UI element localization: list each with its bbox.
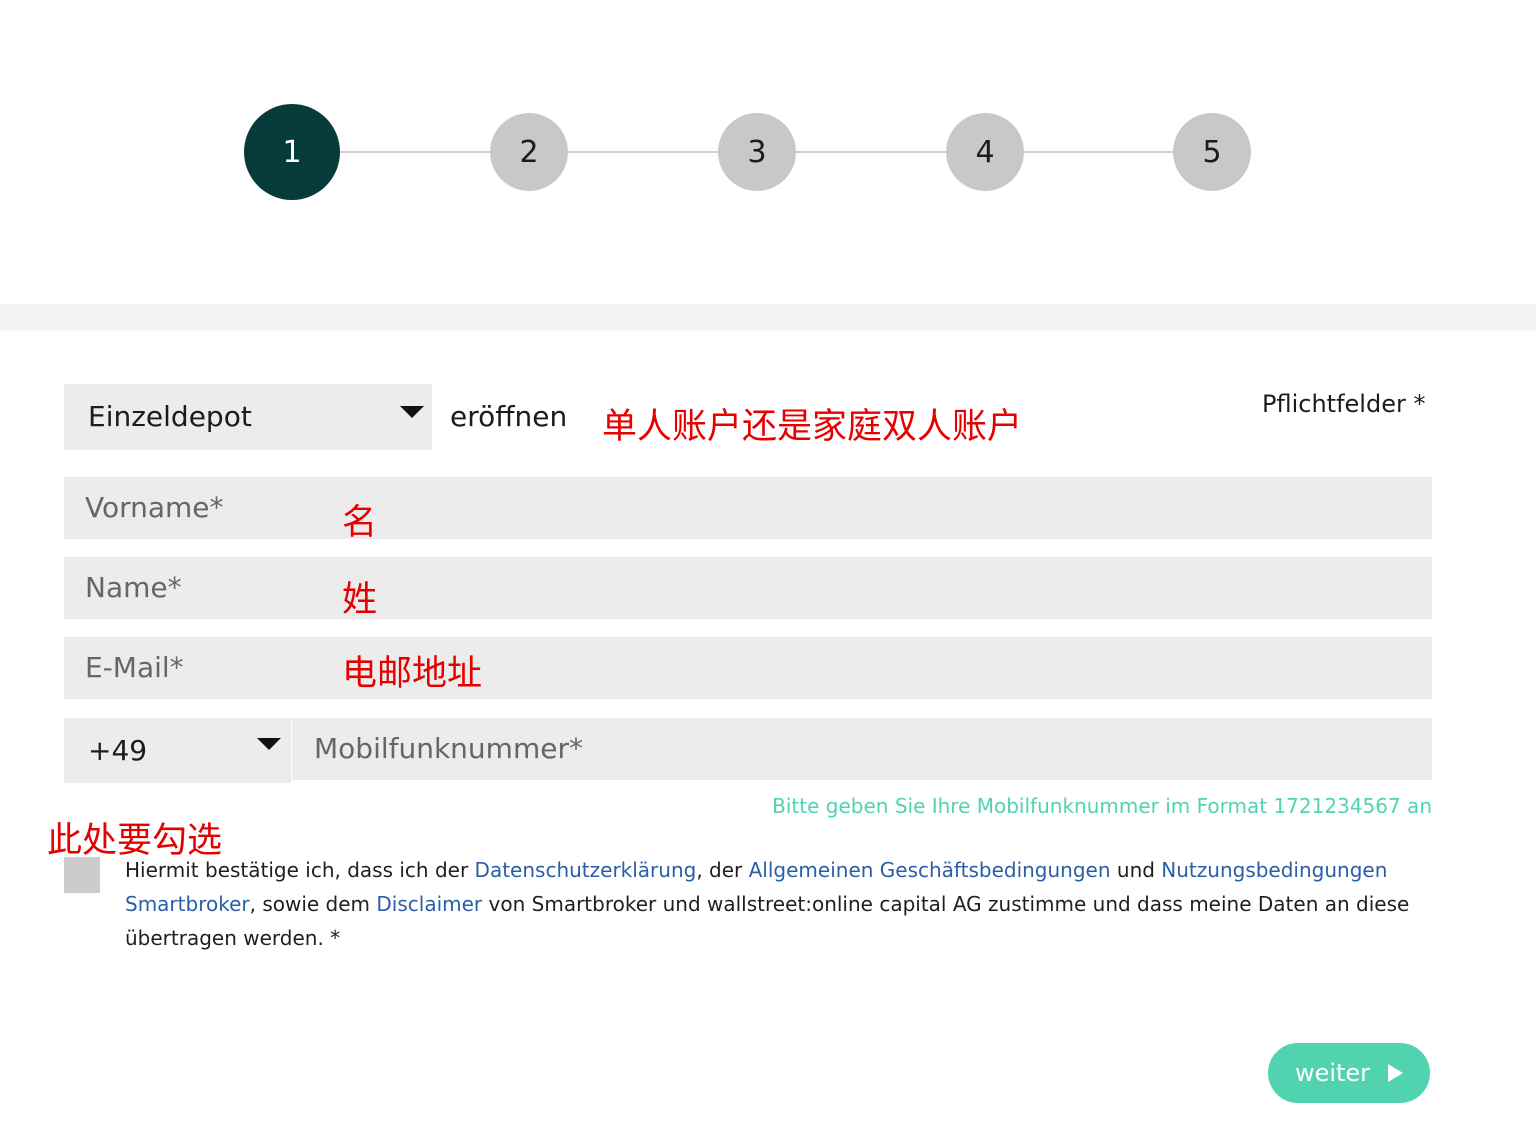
email-annotation: 电邮地址 <box>342 654 483 694</box>
first-name-placeholder: Vorname* <box>85 491 224 524</box>
step-1: 1 <box>244 104 340 200</box>
first-name-field[interactable]: Vorname* <box>64 477 1432 539</box>
consent-checkbox[interactable] <box>64 857 100 893</box>
weiter-label: weiter <box>1294 1059 1371 1087</box>
play-arrow-icon <box>1388 1064 1404 1082</box>
consent-text-part: , der <box>696 858 749 882</box>
step-4-label: 4 <box>975 134 995 170</box>
step-1-label: 1 <box>282 134 302 170</box>
chevron-down-icon <box>257 738 281 750</box>
last-name-field[interactable]: Name* <box>64 557 1432 619</box>
step-5: 5 <box>1173 113 1251 191</box>
country-code-value: +49 <box>88 734 148 767</box>
mobile-number-field[interactable]: Mobilfunknummer* <box>292 718 1432 780</box>
depot-open-label: eröffnen <box>450 400 568 433</box>
depot-type-select[interactable]: Einzeldepot <box>64 384 432 450</box>
depot-type-value: Einzeldepot <box>88 400 252 433</box>
disclaimer-link[interactable]: Disclaimer <box>376 892 482 916</box>
first-name-annotation: 名 <box>342 503 378 543</box>
progress-stepper: 1 2 3 4 5 <box>0 0 1536 300</box>
step-4: 4 <box>946 113 1024 191</box>
email-placeholder: E-Mail* <box>85 651 184 684</box>
mobile-number-placeholder: Mobilfunknummer* <box>314 732 583 765</box>
step-5-label: 5 <box>1202 134 1222 170</box>
weiter-button[interactable]: weiter <box>1268 1043 1430 1103</box>
terms-link[interactable]: Allgemeinen Geschäftsbedingungen <box>749 858 1111 882</box>
last-name-annotation: 姓 <box>342 580 378 620</box>
consent-text: Hiermit bestätige ich, dass ich der Date… <box>125 853 1425 955</box>
step-2-label: 2 <box>519 134 539 170</box>
chevron-down-icon <box>400 406 424 418</box>
required-fields-note: Pflichtfelder * <box>1262 390 1426 418</box>
step-2: 2 <box>490 113 568 191</box>
step-3-label: 3 <box>747 134 767 170</box>
section-divider <box>0 304 1536 331</box>
consent-text-part: und <box>1110 858 1162 882</box>
consent-text-part: Hiermit bestätige ich, dass ich der <box>125 858 475 882</box>
privacy-policy-link[interactable]: Datenschutzerklärung <box>475 858 697 882</box>
country-code-select[interactable]: +49 <box>64 718 291 783</box>
last-name-placeholder: Name* <box>85 571 182 604</box>
mobile-format-hint: Bitte geben Sie Ihre Mobilfunknummer im … <box>772 794 1432 818</box>
step-3: 3 <box>718 113 796 191</box>
email-field[interactable]: E-Mail* <box>64 637 1432 699</box>
depot-annotation: 单人账户还是家庭双人账户 <box>602 407 1023 447</box>
consent-text-part: , sowie dem <box>249 892 377 916</box>
